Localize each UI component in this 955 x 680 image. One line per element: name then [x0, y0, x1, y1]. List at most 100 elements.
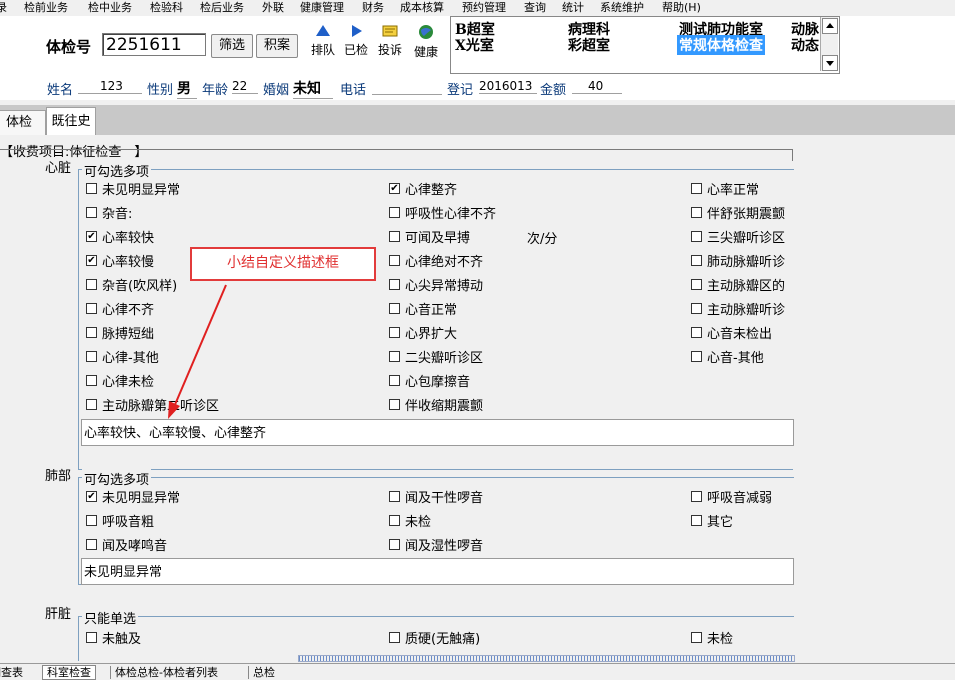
- checkbox-icon[interactable]: [691, 515, 702, 526]
- checkbox-icon[interactable]: [389, 303, 400, 314]
- tab-final-exam-list[interactable]: 体检总检-体检者列表: [110, 666, 222, 679]
- menu-item[interactable]: 成本核算: [400, 0, 444, 16]
- checkbox-option[interactable]: 心律不齐: [86, 299, 154, 318]
- checkbox-icon[interactable]: [389, 255, 400, 266]
- checkbox-icon[interactable]: [389, 279, 400, 290]
- menu-item[interactable]: 检验科: [150, 0, 183, 16]
- checkbox-icon[interactable]: [691, 491, 702, 502]
- checkbox-icon[interactable]: [691, 255, 702, 266]
- checkbox-option[interactable]: 呼吸音粗: [86, 511, 154, 530]
- checkbox-option[interactable]: 心音-其他: [691, 347, 764, 366]
- checkbox-icon[interactable]: [389, 515, 400, 526]
- checkbox-icon[interactable]: [389, 632, 400, 643]
- checkbox-icon[interactable]: [691, 279, 702, 290]
- checkbox-option[interactable]: 心律-其他: [86, 347, 159, 366]
- scroll-down-arrow[interactable]: [822, 55, 838, 71]
- menu-item[interactable]: 健康管理: [300, 0, 344, 16]
- room-item[interactable]: X光室: [455, 35, 494, 55]
- checkbox-icon[interactable]: [389, 207, 400, 218]
- menu-item[interactable]: 检后业务: [200, 0, 244, 16]
- checkbox-option[interactable]: 闻及哮鸣音: [86, 535, 167, 554]
- checkbox-option[interactable]: ✔ 心率较慢: [86, 251, 154, 270]
- checked-tool[interactable]: 已检: [341, 24, 371, 58]
- checkbox-icon[interactable]: [389, 375, 400, 386]
- menu-item[interactable]: 帮助(H): [662, 0, 701, 16]
- checkbox-checked-icon[interactable]: ✔: [86, 255, 97, 266]
- checkbox-option[interactable]: 心尖异常搏动: [389, 275, 483, 294]
- queue-tool[interactable]: 排队: [308, 24, 338, 58]
- checkbox-option[interactable]: 二尖瓣听诊区: [389, 347, 483, 366]
- menu-item[interactable]: 录: [0, 0, 7, 16]
- checkbox-icon[interactable]: [86, 327, 97, 338]
- checkbox-icon[interactable]: [691, 632, 702, 643]
- checkbox-icon[interactable]: [389, 327, 400, 338]
- checkbox-option[interactable]: 呼吸音减弱: [691, 487, 772, 506]
- checkbox-option[interactable]: 主动脉瓣听诊: [691, 299, 785, 318]
- checkbox-option[interactable]: 心音未检出: [691, 323, 772, 342]
- menu-item[interactable]: 系统维护: [600, 0, 644, 16]
- checkbox-option[interactable]: 三尖瓣听诊区: [691, 227, 785, 246]
- checkbox-icon[interactable]: [86, 515, 97, 526]
- checkbox-option[interactable]: 闻及湿性啰音: [389, 535, 483, 554]
- checkbox-option[interactable]: 伴舒张期震颤: [691, 203, 785, 222]
- checkbox-icon[interactable]: [691, 351, 702, 362]
- room-item[interactable]: 动态: [791, 35, 819, 55]
- complaint-tool[interactable]: 投诉: [374, 24, 406, 58]
- checkbox-icon[interactable]: [389, 399, 400, 410]
- tab-final-exam[interactable]: 总检: [248, 666, 279, 679]
- room-list-scrollbar[interactable]: [820, 17, 838, 71]
- checkbox-checked-icon[interactable]: ✔: [389, 183, 400, 194]
- menu-item[interactable]: 统计: [562, 0, 584, 16]
- checkbox-icon[interactable]: [86, 399, 97, 410]
- checkbox-icon[interactable]: [86, 632, 97, 643]
- checkbox-icon[interactable]: [389, 491, 400, 502]
- checkbox-option[interactable]: 脉搏短绌: [86, 323, 154, 342]
- checkbox-option[interactable]: ✔ 未见明显异常: [86, 487, 180, 506]
- checkbox-icon[interactable]: [86, 303, 97, 314]
- checkbox-icon[interactable]: [691, 183, 702, 194]
- checkbox-icon[interactable]: [86, 351, 97, 362]
- scroll-up-arrow[interactable]: [822, 18, 838, 34]
- menu-item[interactable]: 预约管理: [462, 0, 506, 16]
- checkbox-option[interactable]: 闻及干性啰音: [389, 487, 483, 506]
- room-item-selected[interactable]: 常规体格检查: [677, 35, 765, 55]
- tab-exam[interactable]: 体检: [0, 110, 46, 136]
- checkbox-option[interactable]: 心包摩擦音: [389, 371, 470, 390]
- menu-item[interactable]: 查询: [524, 0, 546, 16]
- checkbox-option[interactable]: 伴收缩期震颤: [389, 395, 483, 414]
- checkbox-icon[interactable]: [389, 539, 400, 550]
- health-tool[interactable]: 健康: [411, 24, 441, 60]
- checkbox-option[interactable]: ✔ 心律整齐: [389, 179, 457, 198]
- bottom-resize-handle[interactable]: [298, 655, 795, 662]
- checkbox-option[interactable]: 心律未检: [86, 371, 154, 390]
- checkbox-option[interactable]: ✔ 心率较快: [86, 227, 154, 246]
- checkbox-icon[interactable]: [691, 327, 702, 338]
- checkbox-icon[interactable]: [691, 231, 702, 242]
- archive-button[interactable]: 积案: [256, 34, 298, 58]
- checkbox-icon[interactable]: [389, 351, 400, 362]
- menu-item[interactable]: 外联: [262, 0, 284, 16]
- checkbox-option[interactable]: 肺动脉瓣听诊: [691, 251, 785, 270]
- room-list[interactable]: B超室 X光室 病理科 彩超室 测试肺功能室 常规体格检查 动脉 动态: [450, 16, 840, 74]
- radio-option[interactable]: 未检: [691, 628, 733, 647]
- checkbox-option[interactable]: 未检: [389, 511, 431, 530]
- lung-summary-textbox[interactable]: 未见明显异常: [81, 558, 794, 585]
- checkbox-option[interactable]: 心律绝对不齐: [389, 251, 483, 270]
- checkbox-option[interactable]: 未见明显异常: [86, 179, 180, 198]
- radio-option[interactable]: 未触及: [86, 628, 141, 647]
- checkbox-icon[interactable]: [86, 183, 97, 194]
- checkbox-option[interactable]: 杂音:: [86, 203, 132, 222]
- tab-questionnaire[interactable]: 调查表: [0, 666, 27, 679]
- menu-item[interactable]: 财务: [362, 0, 384, 16]
- checkbox-icon[interactable]: [86, 375, 97, 386]
- checkbox-option[interactable]: 其它: [691, 511, 733, 530]
- checkbox-icon[interactable]: [86, 279, 97, 290]
- exam-no-input[interactable]: 2251611: [102, 33, 206, 56]
- tab-history[interactable]: 既往史: [46, 107, 96, 136]
- checkbox-checked-icon[interactable]: ✔: [86, 231, 97, 242]
- checkbox-option[interactable]: 心率正常: [691, 179, 759, 198]
- checkbox-icon[interactable]: [691, 207, 702, 218]
- checkbox-checked-icon[interactable]: ✔: [86, 491, 97, 502]
- checkbox-icon[interactable]: [86, 207, 97, 218]
- menu-item[interactable]: 检前业务: [24, 0, 68, 16]
